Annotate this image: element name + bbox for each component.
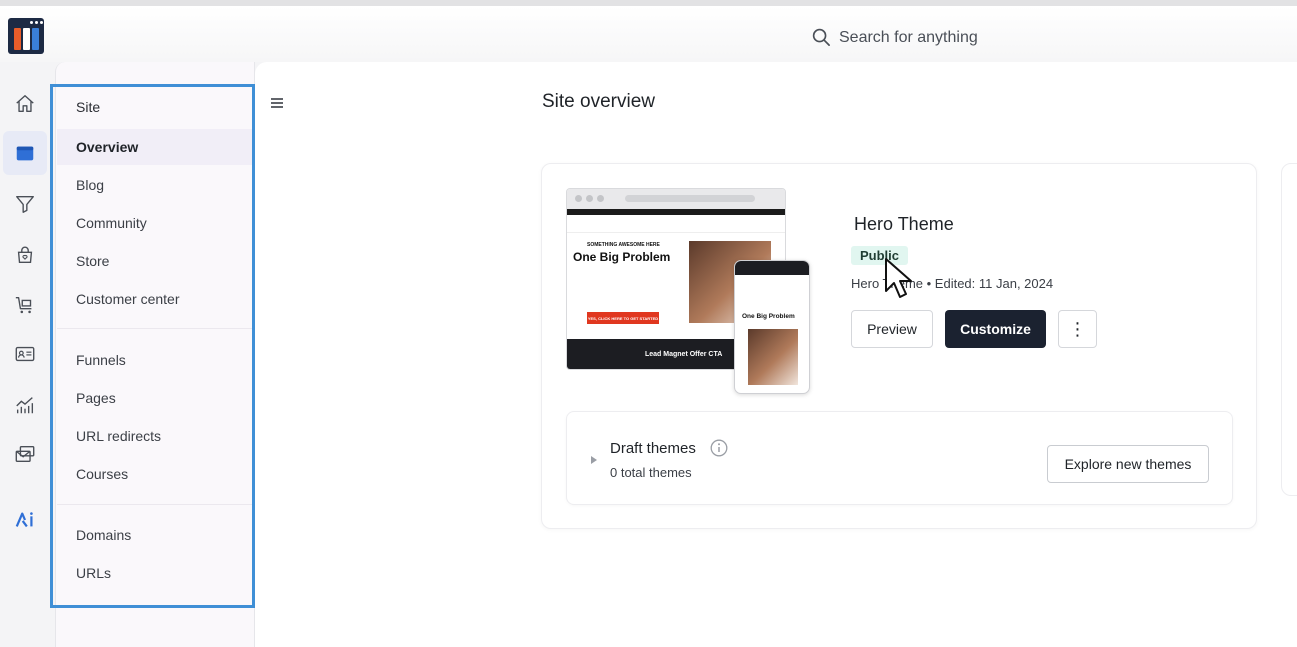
funnel-icon[interactable] bbox=[3, 182, 47, 226]
cart-icon[interactable] bbox=[3, 283, 47, 327]
search-icon bbox=[812, 28, 830, 46]
more-options-button[interactable]: ⋮ bbox=[1058, 310, 1097, 348]
search-bar[interactable]: Search for anything bbox=[812, 28, 978, 47]
phone-photo bbox=[748, 329, 798, 385]
side-card bbox=[1281, 163, 1297, 496]
sidebar-item-url-redirects[interactable]: URL redirects bbox=[76, 428, 161, 444]
browser-bar bbox=[567, 189, 785, 209]
theme-thumbnail-mobile[interactable]: One Big Problem bbox=[734, 260, 810, 394]
mouse-cursor-icon bbox=[884, 257, 914, 306]
sidebar-item-customer-center[interactable]: Customer center bbox=[76, 291, 179, 307]
expand-caret-icon[interactable] bbox=[590, 452, 598, 470]
info-icon[interactable] bbox=[710, 439, 728, 462]
sidebar-item-store[interactable]: Store bbox=[76, 253, 109, 269]
sidebar-item-courses[interactable]: Courses bbox=[76, 466, 128, 482]
thumbnail-cta: YES, CLICK HERE TO GET STARTED bbox=[587, 312, 659, 324]
sidebar-divider bbox=[57, 504, 253, 505]
icon-rail bbox=[0, 62, 50, 647]
thumbnail-kicker: SOMETHING AWESOME HERE bbox=[587, 242, 660, 248]
sidebar-item-funnels[interactable]: Funnels bbox=[76, 352, 126, 368]
thumbnail-headline: One Big Problem bbox=[573, 250, 671, 264]
theme-meta: Hero Theme • Edited: 11 Jan, 2024 bbox=[851, 276, 1054, 291]
menu-toggle-icon[interactable] bbox=[270, 96, 284, 114]
theme-name: Hero Theme bbox=[854, 214, 954, 234]
sidebar-section-title: Site bbox=[76, 99, 101, 115]
analytics-icon[interactable] bbox=[3, 383, 47, 427]
thumbnail-banner-text: Lead Magnet Offer CTA bbox=[645, 351, 723, 358]
sidebar-item-domains[interactable]: Domains bbox=[76, 527, 131, 543]
sidebar-item-pages[interactable]: Pages bbox=[76, 390, 116, 406]
customize-button[interactable]: Customize bbox=[945, 310, 1046, 348]
phone-headline: One Big Problem bbox=[742, 313, 795, 320]
sidebar-item-urls[interactable]: URLs bbox=[76, 565, 111, 581]
top-bar: Search for anything bbox=[0, 0, 1297, 62]
sidebar-item-overview[interactable]: Overview bbox=[76, 139, 138, 155]
preview-button[interactable]: Preview bbox=[851, 310, 933, 348]
explore-themes-button[interactable]: Explore new themes bbox=[1047, 445, 1209, 483]
email-icon[interactable] bbox=[3, 432, 47, 476]
store-icon[interactable] bbox=[3, 233, 47, 277]
home-icon[interactable] bbox=[3, 82, 47, 126]
site-sidebar: Site Overview Blog Community Store Custo… bbox=[55, 62, 255, 647]
sidebar-item-community[interactable]: Community bbox=[76, 215, 147, 231]
contacts-icon[interactable] bbox=[3, 332, 47, 376]
site-icon[interactable] bbox=[3, 131, 47, 175]
page-title: Site overview bbox=[542, 91, 655, 112]
sidebar-item-blog[interactable]: Blog bbox=[76, 177, 104, 193]
search-input[interactable]: Search for anything bbox=[839, 29, 978, 47]
draft-themes-count: 0 total themes bbox=[610, 465, 692, 480]
sidebar-divider bbox=[57, 328, 253, 329]
ai-icon[interactable] bbox=[3, 498, 47, 542]
draft-themes-title[interactable]: Draft themes bbox=[610, 440, 696, 457]
app-logo[interactable] bbox=[8, 18, 44, 54]
